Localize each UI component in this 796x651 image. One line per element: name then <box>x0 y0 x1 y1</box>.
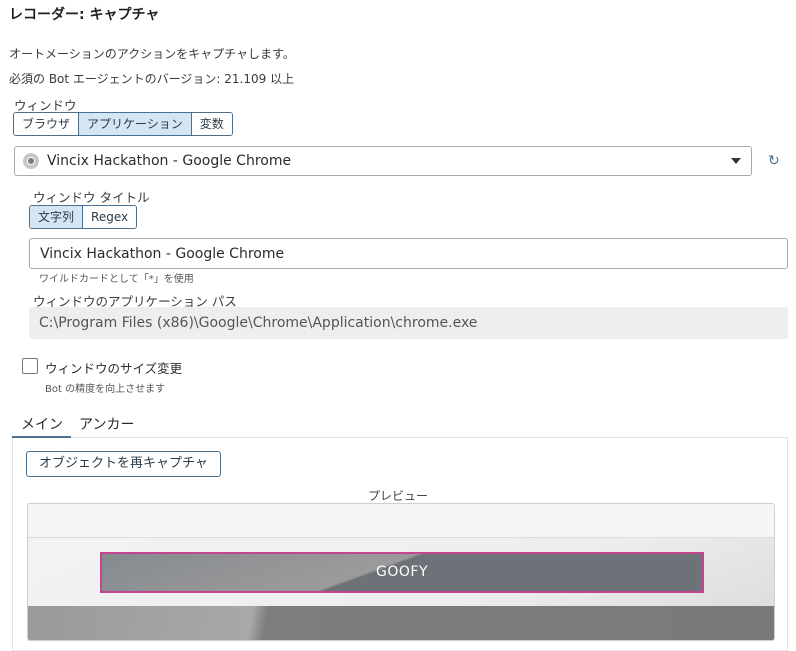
resize-checkbox[interactable] <box>22 358 38 374</box>
segment-regex[interactable]: Regex <box>83 206 137 228</box>
preview-image: GOOFY <box>27 503 775 641</box>
version-requirement: 必須の Bot エージェントのバージョン: 21.109 以上 <box>9 72 295 86</box>
page-title: レコーダー: キャプチャ <box>9 7 160 23</box>
preview-footer-band <box>28 606 774 640</box>
app-path-field: C:\Program Files (x86)\Google\Chrome\App… <box>29 307 788 339</box>
window-select[interactable]: Vincix Hackathon - Google Chrome <box>14 146 752 176</box>
window-type-segmented-control: ブラウザ アプリケーション 変数 <box>13 112 233 136</box>
chrome-icon <box>23 153 39 169</box>
window-select-value: Vincix Hackathon - Google Chrome <box>47 153 292 169</box>
segment-string[interactable]: 文字列 <box>30 206 84 228</box>
window-title-input[interactable] <box>29 238 788 269</box>
tab-anchor[interactable]: アンカー <box>79 414 134 434</box>
window-title-label: ウィンドウ タイトル <box>33 190 150 205</box>
segment-application[interactable]: アプリケーション <box>79 113 192 135</box>
chevron-down-icon <box>731 158 741 164</box>
title-match-segmented-control: 文字列 Regex <box>29 205 138 229</box>
tab-main[interactable]: メイン <box>21 414 63 434</box>
preview-label: プレビュー <box>367 489 428 503</box>
captured-element-highlight: GOOFY <box>100 552 704 593</box>
preview-header-band <box>28 504 774 538</box>
wildcard-hint: ワイルドカードとして「*」を使用 <box>39 274 194 285</box>
segment-variable[interactable]: 変数 <box>191 113 232 135</box>
resize-label[interactable]: ウィンドウのサイズ変更 <box>45 358 182 377</box>
page-description: オートメーションのアクションをキャプチャします。 <box>9 47 295 61</box>
resize-hint: Bot の精度を向上させます <box>45 384 166 395</box>
refresh-icon[interactable]: ↻ <box>768 153 780 169</box>
recapture-object-button[interactable]: オブジェクトを再キャプチャ <box>26 451 221 477</box>
segment-browser[interactable]: ブラウザ <box>14 113 80 135</box>
